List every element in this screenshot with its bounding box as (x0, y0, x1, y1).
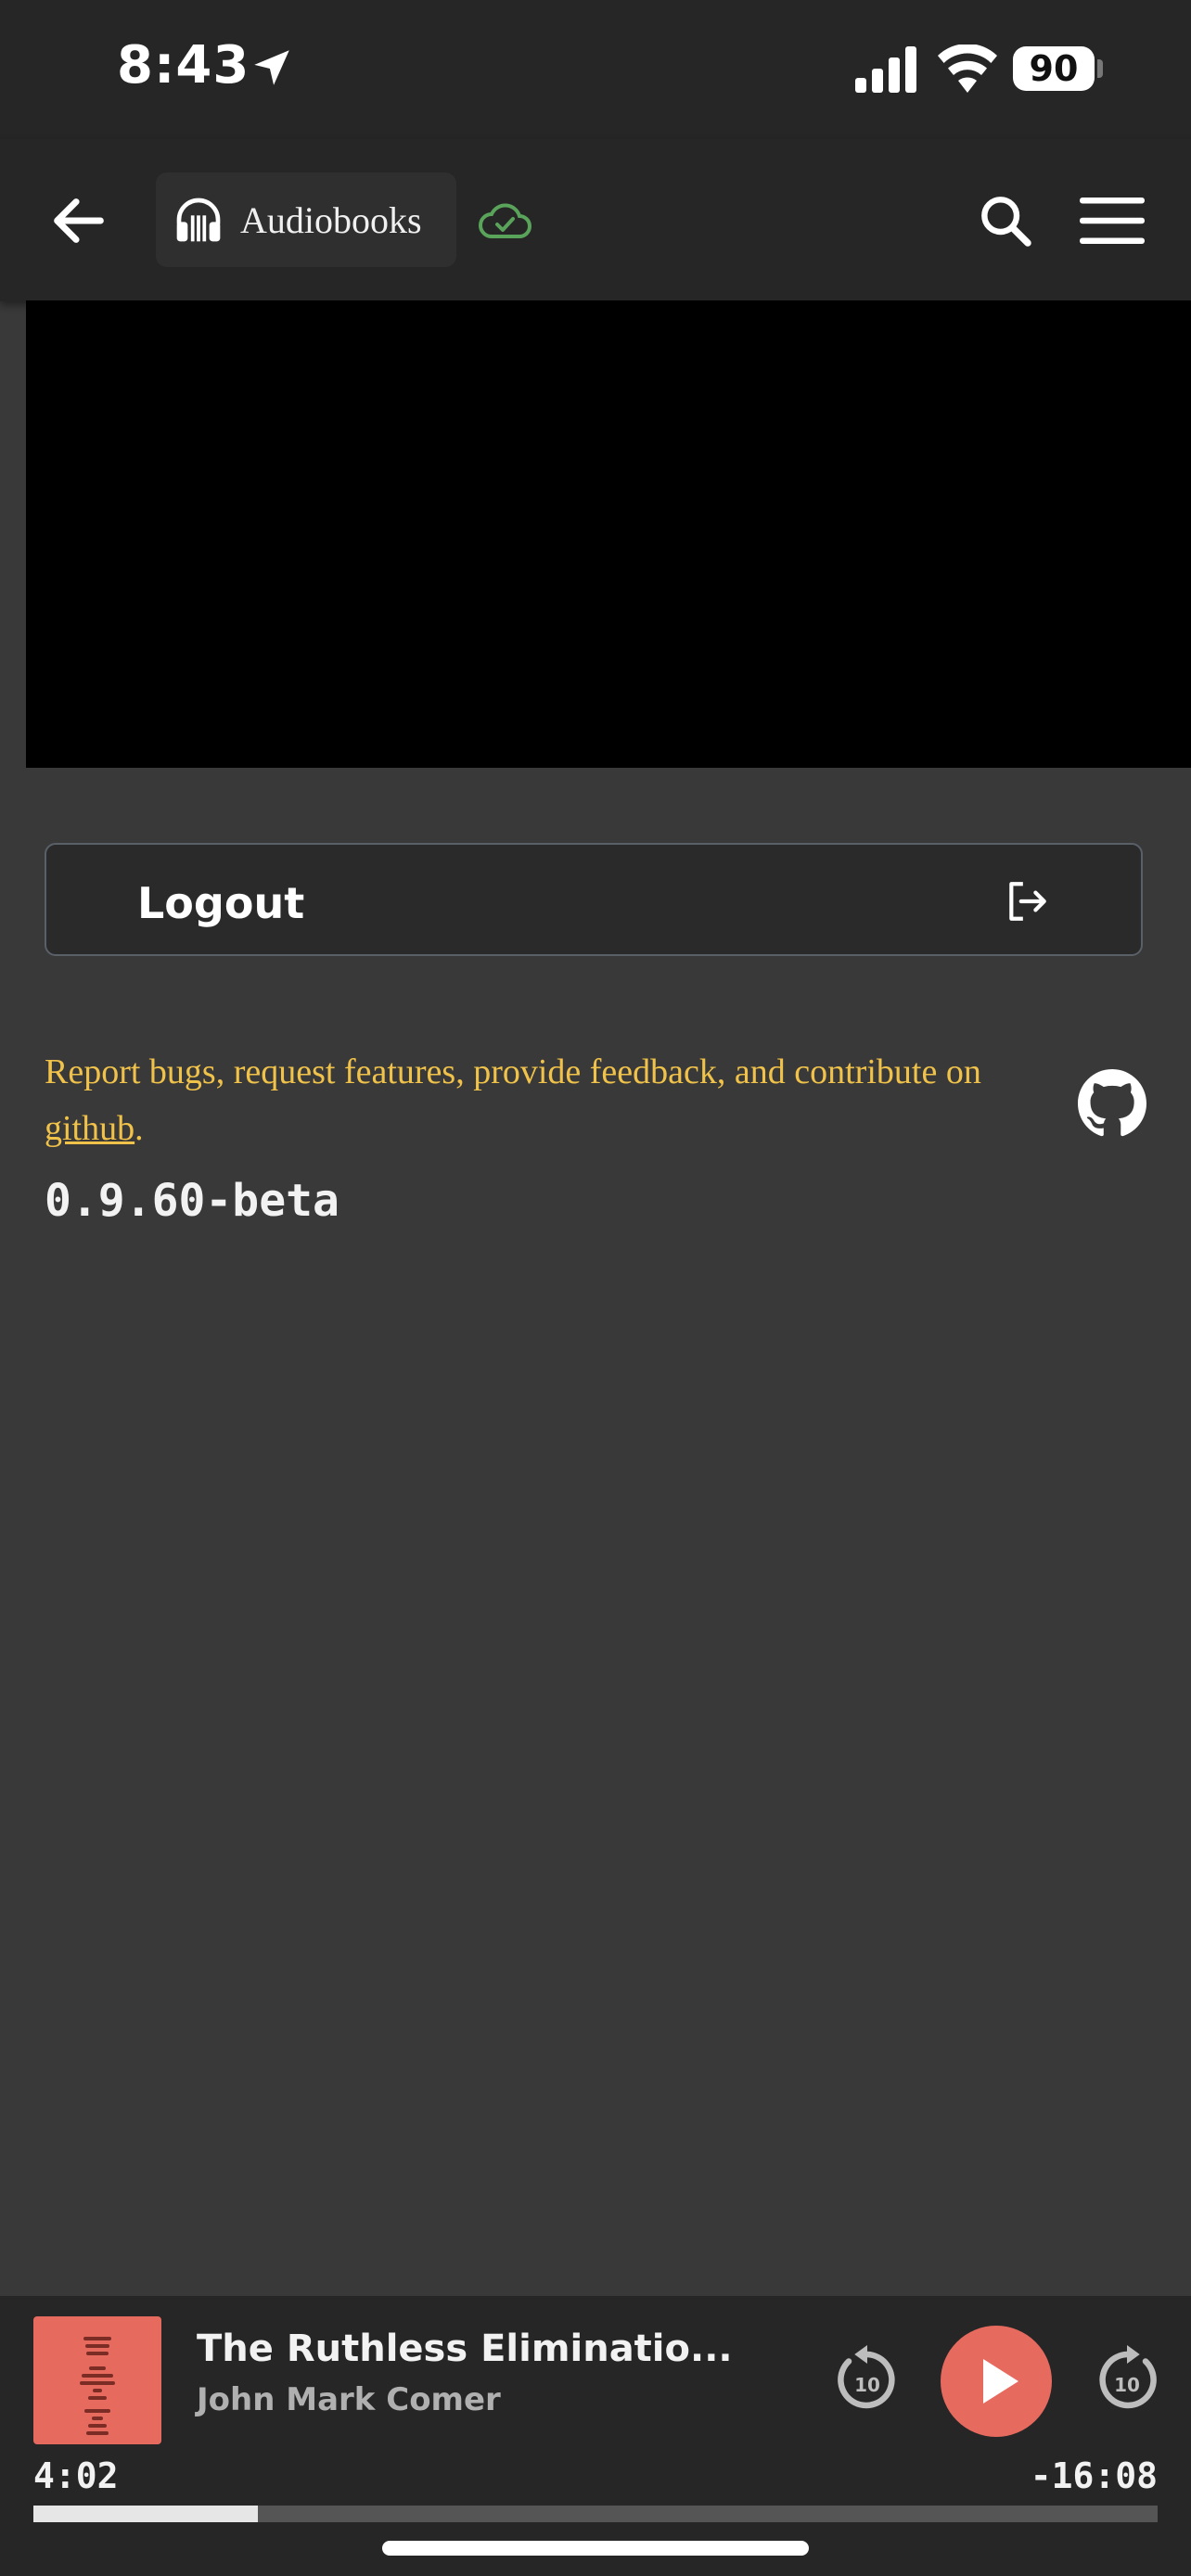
forward-seconds: 10 (1114, 2374, 1140, 2396)
home-indicator[interactable] (382, 2541, 809, 2556)
headphones-icon (176, 198, 221, 242)
library-label: Audiobooks (240, 199, 422, 241)
cover-text (93, 2389, 102, 2392)
hamburger-menu-icon[interactable] (1080, 197, 1145, 245)
cellular-signal-icon (855, 46, 916, 93)
cover-text (82, 2374, 113, 2378)
cover-text (88, 2396, 107, 2400)
forward-10-icon[interactable]: 10 (1095, 2342, 1159, 2413)
logout-icon (1009, 882, 1046, 921)
logout-label: Logout (137, 878, 305, 928)
progress-bar[interactable] (33, 2506, 1158, 2522)
progress-fill (33, 2506, 259, 2522)
version-label: 0.9.60-beta (45, 1175, 339, 1227)
rewind-seconds: 10 (854, 2374, 880, 2396)
cover-text (83, 2337, 111, 2340)
feedback-suffix: . (134, 1109, 144, 1148)
github-link[interactable]: github (45, 1109, 134, 1148)
cover-text (88, 2424, 107, 2428)
play-icon (983, 2359, 1018, 2404)
search-icon[interactable] (976, 191, 1035, 250)
cover-text (85, 2344, 109, 2348)
battery-icon: 90 (1013, 46, 1095, 91)
cover-text (80, 2381, 115, 2385)
cover-text (92, 2417, 103, 2420)
battery-cap (1097, 59, 1103, 78)
feedback-prefix: Report bugs, request features, provide f… (45, 1052, 981, 1091)
media-placeholder (26, 300, 1191, 768)
mini-player[interactable]: The Ruthless Eliminatio... John Mark Com… (0, 2296, 1191, 2576)
battery-level: 90 (1029, 48, 1079, 89)
rewind-10-icon[interactable]: 10 (835, 2342, 900, 2413)
library-selector-button[interactable]: Audiobooks (156, 172, 456, 267)
location-arrow-icon (254, 50, 289, 85)
feedback-text: Report bugs, request features, provide f… (45, 1044, 1046, 1157)
github-icon[interactable] (1078, 1069, 1146, 1138)
cover-text (86, 2352, 109, 2355)
book-author: John Mark Comer (197, 2381, 501, 2418)
book-cover[interactable] (33, 2316, 161, 2444)
elapsed-time: 4:02 (33, 2455, 119, 2496)
back-arrow-icon[interactable] (46, 188, 111, 253)
wifi-icon (938, 45, 997, 93)
cover-text (89, 2366, 106, 2370)
remaining-time: -16:08 (1030, 2455, 1158, 2496)
cloud-check-icon (479, 203, 531, 238)
logout-button[interactable]: Logout (45, 843, 1143, 956)
cover-text (84, 2409, 110, 2413)
cover-text (86, 2431, 109, 2435)
status-bar: 8:43 90 (0, 0, 1191, 139)
clock: 8:43 (117, 35, 250, 96)
play-button[interactable] (941, 2326, 1052, 2437)
book-title[interactable]: The Ruthless Eliminatio... (197, 2327, 733, 2370)
